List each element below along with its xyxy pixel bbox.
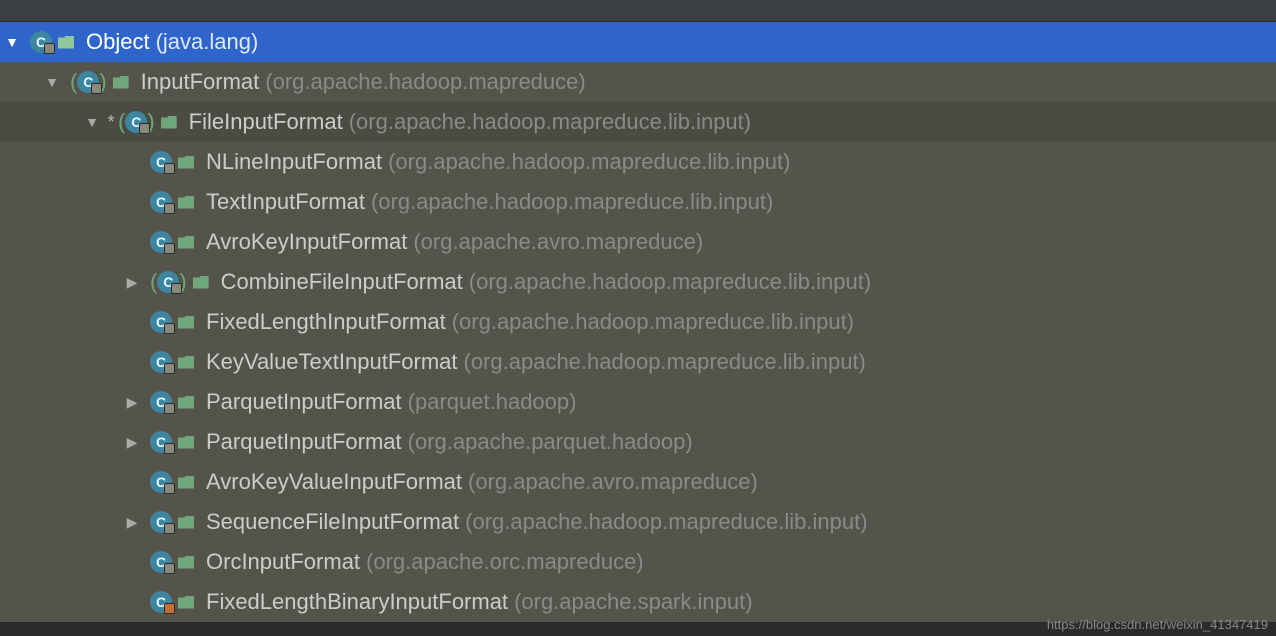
package-icon [178,516,194,529]
package-icon [178,556,194,569]
class-icon: C [150,551,172,573]
current-file-marker: * [104,112,118,133]
hierarchy-tree[interactable]: ▼CObject(java.lang)▼(C)InputFormat(org.a… [0,22,1276,622]
tree-row[interactable]: ▶ C ParquetInputFormat(parquet.hadoop) [0,382,1276,422]
tree-row[interactable]: ▶CAvroKeyInputFormat(org.apache.avro.map… [0,222,1276,262]
package-icon [178,396,194,409]
tree-row[interactable]: ▼ C Object(java.lang) [0,22,1276,62]
class-icon: C [150,191,172,213]
class-icon: C [125,111,147,133]
package-label: (org.apache.orc.mapreduce) [366,549,644,575]
chevron-right-icon[interactable]: ▶ [120,394,144,411]
package-icon [178,156,194,169]
class-name: FixedLengthInputFormat [206,309,446,335]
class-icon: C [150,591,172,613]
package-label: (org.apache.hadoop.mapreduce.lib.input) [452,309,854,335]
class-icon: C [77,71,99,93]
package-label: (org.apache.avro.mapreduce) [413,229,703,255]
class-name: CombineFileInputFormat [221,269,463,295]
package-label: (org.apache.avro.mapreduce) [468,469,758,495]
class-name: TextInputFormat [206,189,365,215]
chevron-right-icon[interactable]: ▶ [120,514,144,531]
class-icon: C [157,271,179,293]
package-icon [178,196,194,209]
class-icon: C [150,351,172,373]
package-icon [178,316,194,329]
package-label: (java.lang) [156,29,259,55]
package-label: (org.apache.hadoop.mapreduce.lib.input) [465,509,867,535]
class-icon: C [150,151,172,173]
package-label: (org.apache.hadoop.mapreduce.lib.input) [388,149,790,175]
class-icon: C [150,471,172,493]
package-label: (org.apache.hadoop.mapreduce.lib.input) [464,349,866,375]
tree-row[interactable]: ▶CKeyValueTextInputFormat(org.apache.had… [0,342,1276,382]
package-icon [161,116,177,129]
watermark: https://blog.csdn.net/weixin_41347419 [1047,617,1268,632]
tree-row[interactable]: ▶CNLineInputFormat(org.apache.hadoop.map… [0,142,1276,182]
class-icon: C [30,31,52,53]
package-icon [113,76,129,89]
package-label: (org.apache.hadoop.mapreduce) [265,69,585,95]
class-name: ParquetInputFormat [206,389,402,415]
tree-row[interactable]: ▼*(C) FileInputFormat(org.apache.hadoop.m… [0,102,1276,142]
package-label: (org.apache.parquet.hadoop) [408,429,693,455]
class-icon: C [150,311,172,333]
tree-row[interactable]: ▶CFixedLengthBinaryInputFormat(org.apach… [0,582,1276,622]
class-icon: C [150,511,172,533]
package-icon [178,236,194,249]
tree-row[interactable]: ▶CTextInputFormat(org.apache.hadoop.mapr… [0,182,1276,222]
class-icon: C [150,391,172,413]
package-label: (parquet.hadoop) [408,389,577,415]
class-name: FileInputFormat [189,109,343,135]
class-name: OrcInputFormat [206,549,360,575]
chevron-down-icon[interactable]: ▼ [40,74,64,90]
tree-row[interactable]: ▶CFixedLengthInputFormat(org.apache.hado… [0,302,1276,342]
package-label: (org.apache.hadoop.mapreduce.lib.input) [469,269,871,295]
tree-row[interactable]: ▶COrcInputFormat(org.apache.orc.mapreduc… [0,542,1276,582]
chevron-down-icon[interactable]: ▼ [80,114,104,130]
toolbar [0,0,1276,22]
package-icon [178,476,194,489]
class-name: FixedLengthBinaryInputFormat [206,589,508,615]
class-name: AvroKeyInputFormat [206,229,407,255]
class-icon: C [150,431,172,453]
class-name: SequenceFileInputFormat [206,509,459,535]
class-name: ParquetInputFormat [206,429,402,455]
abstract-class-icon: (C) [70,71,107,93]
tree-row[interactable]: ▶ C ParquetInputFormat(org.apache.parquet.… [0,422,1276,462]
package-icon [178,356,194,369]
class-icon: C [150,231,172,253]
chevron-right-icon[interactable]: ▶ [120,274,144,291]
tree-row[interactable]: ▶ C SequenceFileInputFormat(org.apache.had… [0,502,1276,542]
class-name: AvroKeyValueInputFormat [206,469,462,495]
class-name: NLineInputFormat [206,149,382,175]
tree-row[interactable]: ▶ (C) CombineFileInputFormat(org.apache.ha… [0,262,1276,302]
chevron-right-icon[interactable]: ▶ [120,434,144,451]
package-icon [193,276,209,289]
package-icon [178,596,194,609]
abstract-class-icon: (C) [118,111,155,133]
class-name: Object [86,29,150,55]
chevron-down-icon[interactable]: ▼ [0,34,24,50]
package-icon [178,436,194,449]
class-name: KeyValueTextInputFormat [206,349,458,375]
class-name: InputFormat [141,69,260,95]
package-icon [58,36,74,49]
package-label: (org.apache.hadoop.mapreduce.lib.input) [371,189,773,215]
tree-row[interactable]: ▼ (C) InputFormat(org.apache.hadoop.mapred… [0,62,1276,102]
tree-row[interactable]: ▶CAvroKeyValueInputFormat(org.apache.avr… [0,462,1276,502]
abstract-class-icon: (C) [150,271,187,293]
package-label: (org.apache.spark.input) [514,589,752,615]
package-label: (org.apache.hadoop.mapreduce.lib.input) [349,109,751,135]
